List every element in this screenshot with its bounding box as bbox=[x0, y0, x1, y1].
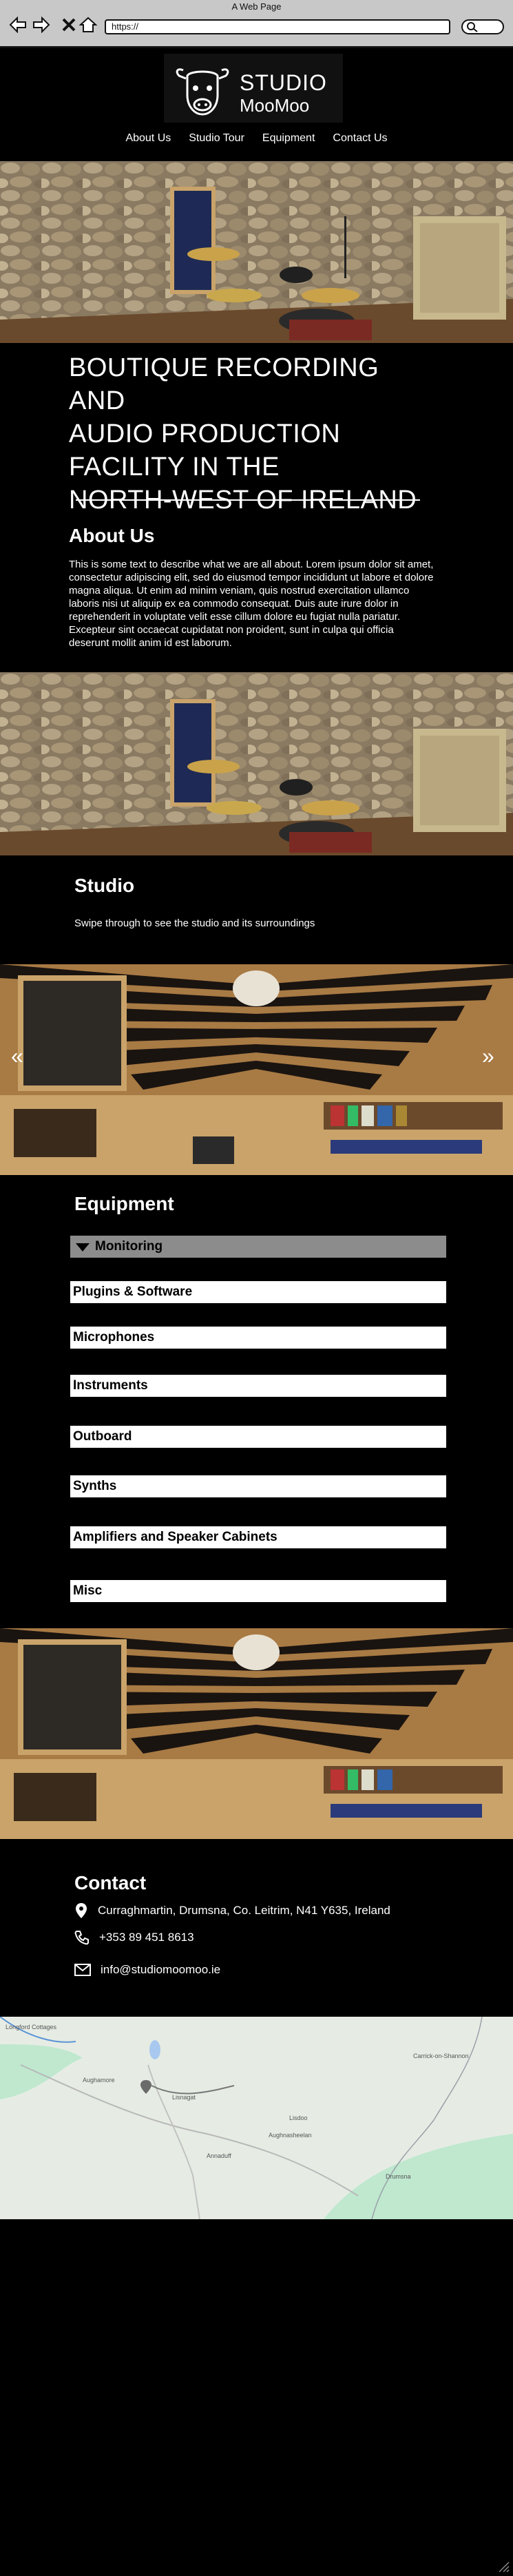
phone-icon bbox=[74, 1931, 89, 1945]
close-icon bbox=[62, 18, 76, 32]
accordion-microphones[interactable]: Microphones bbox=[70, 1327, 446, 1349]
carousel-prev-button[interactable]: « bbox=[11, 1043, 23, 1069]
hero-heading: BOUTIQUE RECORDING AND AUDIO PRODUCTION … bbox=[69, 351, 441, 517]
back-button[interactable] bbox=[8, 15, 28, 34]
url-input[interactable]: https:// bbox=[105, 19, 450, 34]
hero-line: FACILITY IN THE bbox=[69, 453, 280, 481]
accordion-outboard[interactable]: Outboard bbox=[70, 1426, 446, 1448]
contact-phone[interactable]: +353 89 451 8613 bbox=[74, 1930, 194, 1945]
studio-photo-drums bbox=[0, 161, 513, 343]
accordion-label: Synths bbox=[73, 1479, 117, 1493]
equipment-heading: Equipment bbox=[74, 1193, 174, 1214]
map-label: Lisnagat bbox=[172, 2094, 196, 2101]
arrow-right-icon bbox=[33, 17, 50, 33]
browser-chrome: A Web Page https:// bbox=[0, 0, 513, 48]
hero-line: AUDIO PRODUCTION bbox=[69, 419, 341, 448]
map-label: Annaduff bbox=[207, 2152, 231, 2159]
search-icon bbox=[467, 22, 478, 32]
accordion-monitoring[interactable]: Monitoring bbox=[70, 1236, 446, 1258]
arrow-left-icon bbox=[9, 17, 26, 33]
accordion-label: Misc bbox=[73, 1583, 103, 1598]
studio-photo-ceiling bbox=[0, 1628, 513, 1839]
main-nav: About Us Studio Tour Equipment Contact U… bbox=[0, 131, 513, 146]
email-text[interactable]: info@studiomoomoo.ie bbox=[101, 1963, 220, 1977]
studio-heading: Studio bbox=[74, 875, 135, 896]
hero-line: BOUTIQUE RECORDING AND bbox=[69, 353, 379, 415]
forward-button[interactable] bbox=[32, 15, 51, 34]
envelope-icon bbox=[74, 1964, 91, 1976]
address-text: Curraghmartin, Drumsna, Co. Leitrim, N41… bbox=[98, 1904, 390, 1917]
accordion-label: Outboard bbox=[73, 1429, 132, 1444]
about-text: This is some text to describe what we ar… bbox=[69, 559, 434, 649]
accordion-label: Plugins & Software bbox=[73, 1285, 193, 1299]
divider bbox=[76, 499, 420, 501]
brand-subname: MooMoo bbox=[240, 95, 310, 116]
nav-studio-tour[interactable]: Studio Tour bbox=[186, 131, 247, 146]
map-label: Carrick-on-Shannon bbox=[413, 2053, 469, 2059]
stop-button[interactable] bbox=[59, 15, 78, 34]
cow-logo-icon bbox=[176, 68, 229, 116]
accordion-label: Amplifiers and Speaker Cabinets bbox=[73, 1530, 278, 1544]
nav-contact-us[interactable]: Contact Us bbox=[330, 131, 390, 146]
home-icon bbox=[79, 17, 97, 32]
site-header: STUDIO MooMoo About Us Studio Tour Equip… bbox=[0, 48, 513, 161]
studio-photo-drums-2 bbox=[0, 672, 513, 855]
studio-carousel[interactable] bbox=[0, 964, 513, 1175]
location-map[interactable]: Longford Cottages Aughamore Lisdoo Drums… bbox=[0, 2017, 513, 2219]
contact-address: Curraghmartin, Drumsna, Co. Leitrim, N41… bbox=[74, 1902, 390, 1919]
accordion-synths[interactable]: Synths bbox=[70, 1475, 446, 1497]
nav-about-us[interactable]: About Us bbox=[123, 131, 174, 146]
caret-down-icon bbox=[76, 1243, 90, 1251]
phone-text[interactable]: +353 89 451 8613 bbox=[99, 1931, 194, 1944]
carousel-next-button[interactable]: » bbox=[482, 1043, 494, 1069]
accordion-plugins-software[interactable]: Plugins & Software bbox=[70, 1281, 446, 1303]
map-label: Aughnasheelan bbox=[269, 2132, 312, 2139]
window-title: A Web Page bbox=[231, 1, 282, 12]
contact-heading: Contact bbox=[74, 1872, 147, 1893]
accordion-amplifiers[interactable]: Amplifiers and Speaker Cabinets bbox=[70, 1526, 446, 1548]
map-label: Longford Cottages bbox=[6, 2024, 57, 2030]
map-label: Aughamore bbox=[83, 2077, 115, 2084]
site-logo[interactable]: STUDIO MooMoo bbox=[164, 54, 343, 123]
accordion-label: Monitoring bbox=[95, 1239, 163, 1254]
about-heading: About Us bbox=[69, 525, 155, 546]
map-pin-icon bbox=[76, 1903, 87, 1918]
accordion-instruments[interactable]: Instruments bbox=[70, 1375, 446, 1397]
brand-name: STUDIO bbox=[240, 70, 327, 95]
resize-grip-icon[interactable] bbox=[498, 2561, 510, 2573]
accordion-label: Microphones bbox=[73, 1330, 155, 1344]
accordion-label: Instruments bbox=[73, 1378, 148, 1393]
map-label: Lisdoo bbox=[289, 2115, 308, 2121]
accordion-misc[interactable]: Misc bbox=[70, 1580, 446, 1602]
map-label: Drumsna bbox=[386, 2173, 411, 2180]
contact-email[interactable]: info@studiomoomoo.ie bbox=[74, 1963, 220, 1977]
studio-subtext: Swipe through to see the studio and its … bbox=[74, 917, 315, 929]
home-button[interactable] bbox=[78, 15, 98, 34]
nav-equipment[interactable]: Equipment bbox=[260, 131, 318, 146]
search-box[interactable] bbox=[461, 19, 504, 34]
